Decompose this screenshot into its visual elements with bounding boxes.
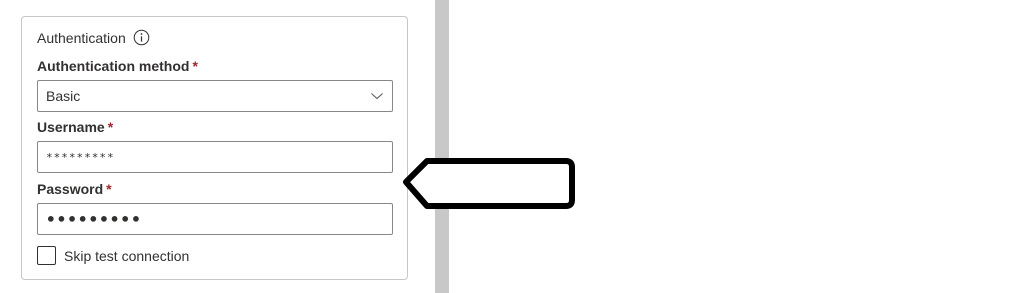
username-label: Username * (37, 119, 113, 135)
annotation-arrow-icon (403, 158, 575, 209)
password-input[interactable]: ••••••••• (37, 203, 393, 235)
username-value: ********* (46, 150, 115, 164)
authentication-panel: Authentication Authentication method * Ba… (21, 16, 408, 280)
chevron-down-icon (371, 93, 383, 100)
password-label: Password * (37, 181, 112, 197)
info-icon[interactable] (133, 29, 150, 46)
auth-method-dropdown[interactable]: Basic (37, 80, 393, 112)
auth-method-value: Basic (46, 88, 81, 104)
username-label-text: Username (37, 119, 105, 135)
required-marker: * (192, 58, 198, 74)
auth-method-label-text: Authentication method (37, 58, 190, 74)
password-value: ••••••••• (46, 209, 142, 229)
skip-test-connection-checkbox[interactable] (37, 246, 56, 265)
auth-method-label: Authentication method * (37, 58, 198, 74)
skip-test-connection-label[interactable]: Skip test connection (64, 248, 189, 264)
skip-test-connection-row[interactable]: Skip test connection (37, 246, 189, 265)
section-header: Authentication (37, 29, 150, 46)
pane-splitter[interactable] (435, 0, 449, 293)
username-input[interactable]: ********* (37, 141, 393, 173)
page: Authentication Authentication method * Ba… (0, 0, 1024, 293)
password-label-text: Password (37, 181, 104, 197)
section-title: Authentication (37, 29, 126, 46)
required-marker: * (106, 181, 112, 197)
required-marker: * (107, 119, 114, 135)
